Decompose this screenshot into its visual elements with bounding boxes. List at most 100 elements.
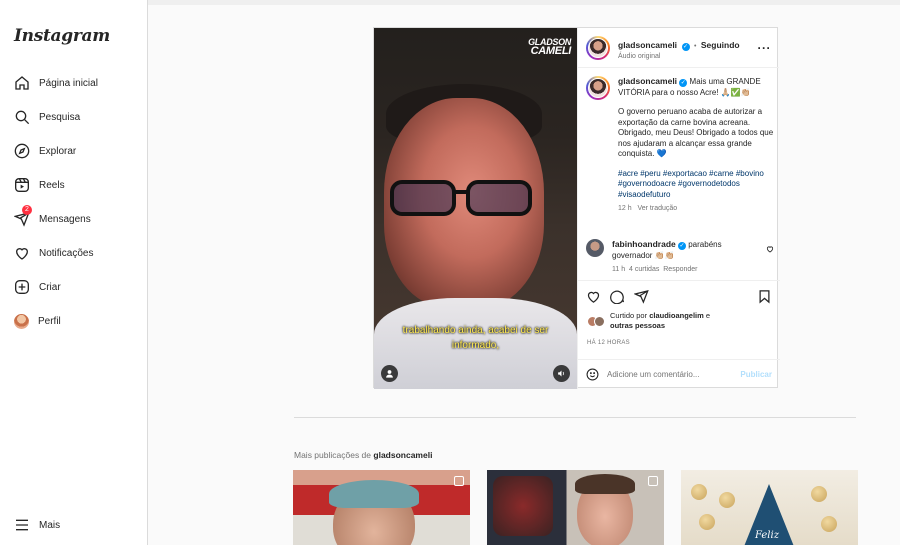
thumbnail-hair	[329, 480, 419, 508]
top-edge	[148, 0, 900, 5]
home-icon	[15, 76, 29, 90]
audio-label[interactable]: Áudio original	[618, 53, 740, 60]
comment-composer: Publicar	[578, 359, 780, 389]
reel-icon	[454, 476, 464, 486]
sidebar-item-messages[interactable]: 2 Mensagens	[0, 202, 148, 236]
subtitle-line-1: trabalhando ainda, acabei de ser	[402, 325, 549, 336]
sidebar-item-label: Mensagens	[39, 213, 91, 225]
emoji-icon[interactable]	[586, 368, 599, 381]
publish-button[interactable]: Publicar	[740, 370, 772, 379]
more-post-thumbnail[interactable]: Feliz	[681, 470, 858, 545]
thumbnail-caption-text: Feliz	[755, 530, 779, 541]
plus-square-icon	[15, 280, 29, 294]
verified-badge-icon: ✓	[678, 242, 686, 250]
caption-time: 12 h	[618, 205, 632, 212]
caption-username[interactable]: gladsoncameli	[618, 76, 677, 86]
more-posts-prefix: Mais publicações de	[294, 450, 372, 460]
ornament	[811, 486, 827, 502]
header-separator: •	[693, 43, 697, 50]
compass-icon	[14, 143, 30, 159]
comment-like-heart-icon[interactable]	[766, 245, 774, 253]
speaker-icon	[558, 370, 564, 377]
caption-hashtags[interactable]: #acre #peru #exportacao #carne #bovino #…	[618, 169, 774, 201]
sidebar: Instagram Página inicial Pesquisa Explor…	[0, 0, 148, 545]
profile-avatar	[14, 313, 29, 329]
post-header: gladsoncameli ✓ • Seguindo Áudio origina…	[578, 28, 779, 68]
liked-by: Curtido por claudioangelim e outras pess…	[578, 311, 780, 331]
instagram-logo[interactable]: Instagram	[14, 26, 110, 46]
more-menu-button[interactable]: Mais	[0, 508, 148, 542]
post-caption: gladsoncameli ✓ Mais uma GRANDE VITÓRIA …	[586, 76, 774, 215]
section-divider	[294, 417, 856, 418]
heart-icon	[15, 248, 29, 260]
comment-likes[interactable]: 4 curtidas	[629, 266, 659, 273]
mute-button[interactable]	[553, 365, 570, 382]
sidebar-item-notifications[interactable]: Notificações	[0, 236, 148, 270]
liked-by-prefix: Curtido por	[610, 311, 648, 320]
ornament	[821, 516, 837, 532]
caption-body: O governo peruano acaba de autorizar a e…	[618, 107, 774, 158]
sidebar-item-label: Pesquisa	[39, 111, 81, 123]
share-plane-icon[interactable]	[634, 289, 649, 304]
sidebar-more: Mais	[0, 508, 148, 542]
sidebar-item-explore[interactable]: Explorar	[0, 134, 148, 168]
translate-link[interactable]: Ver tradução	[637, 205, 677, 212]
hamburger-icon	[16, 519, 28, 531]
caption-text: gladsoncameli ✓ Mais uma GRANDE VITÓRIA …	[618, 76, 774, 215]
comment-time: 11 h	[612, 266, 626, 273]
sidebar-item-profile[interactable]: Perfil	[0, 304, 148, 338]
reply-link[interactable]: Responder	[663, 266, 697, 273]
sidebar-nav: Página inicial Pesquisa Explorar Reels 2…	[0, 66, 148, 338]
video-frame-glasses	[390, 180, 532, 216]
action-bar	[578, 281, 780, 311]
author-username[interactable]: gladsoncameli	[618, 40, 677, 50]
thumbnail-tree	[493, 476, 553, 536]
ornament	[699, 514, 715, 530]
video-subtitle: trabalhando ainda, acabei de ser informa…	[374, 323, 577, 353]
posted-time[interactable]: HÁ 12 HORAS	[578, 340, 780, 346]
reel-icon	[648, 476, 658, 486]
post-video[interactable]: GLADSON CAMELI trabalhando ainda, acabei…	[374, 28, 577, 389]
comment-item: fabinhoandrade ✓ parabéns governador 👏🏼👏…	[586, 239, 774, 276]
sidebar-item-home[interactable]: Página inicial	[0, 66, 148, 100]
following-button[interactable]: Seguindo	[701, 40, 740, 50]
comment-text: fabinhoandrade ✓ parabéns governador 👏🏼👏…	[612, 239, 752, 276]
comment-meta: 11 h 4 curtidas Responder	[612, 265, 752, 276]
more-label: Mais	[39, 519, 61, 531]
bookmark-icon[interactable]	[757, 289, 772, 304]
notification-badge: 2	[22, 205, 32, 215]
commenter-username[interactable]: fabinhoandrade	[612, 239, 676, 249]
more-posts-username[interactable]: gladsoncameli	[373, 450, 432, 460]
messenger-icon-wrap: 2	[13, 205, 32, 227]
more-options-icon[interactable]: ···	[758, 41, 772, 55]
search-icon	[15, 110, 30, 125]
tagged-users-button[interactable]	[381, 365, 398, 382]
liked-by-user[interactable]: claudioangelim	[649, 311, 704, 320]
reels-icon	[15, 178, 29, 192]
video-brand-watermark: GLADSON CAMELI	[528, 38, 571, 57]
liked-by-others[interactable]: outras pessoas	[610, 321, 665, 330]
liker-avatars	[587, 315, 605, 327]
sidebar-item-search[interactable]: Pesquisa	[0, 100, 148, 134]
sidebar-item-label: Criar	[39, 281, 61, 293]
comment-input[interactable]	[607, 370, 727, 379]
sidebar-item-label: Reels	[39, 179, 65, 191]
caption-avatar[interactable]	[586, 76, 610, 100]
comment-bubble-icon[interactable]	[610, 289, 625, 304]
verified-badge-icon: ✓	[681, 43, 690, 51]
user-icon	[386, 370, 393, 378]
post-card: GLADSON CAMELI trabalhando ainda, acabei…	[373, 27, 780, 389]
verified-badge-icon: ✓	[679, 79, 688, 87]
thumbnail-hair	[575, 474, 635, 494]
author-avatar[interactable]	[586, 35, 610, 60]
sidebar-item-label: Notificações	[39, 247, 94, 259]
sidebar-item-label: Perfil	[38, 315, 61, 327]
post-side-panel: gladsoncameli ✓ • Seguindo Áudio origina…	[577, 28, 780, 389]
more-post-thumbnail[interactable]	[487, 470, 664, 545]
more-posts-heading: Mais publicações de gladsoncameli	[294, 450, 432, 460]
like-heart-icon[interactable]	[586, 289, 601, 304]
commenter-avatar[interactable]	[586, 239, 604, 257]
sidebar-item-create[interactable]: Criar	[0, 270, 148, 304]
sidebar-item-reels[interactable]: Reels	[0, 168, 148, 202]
more-post-thumbnail[interactable]	[293, 470, 470, 545]
